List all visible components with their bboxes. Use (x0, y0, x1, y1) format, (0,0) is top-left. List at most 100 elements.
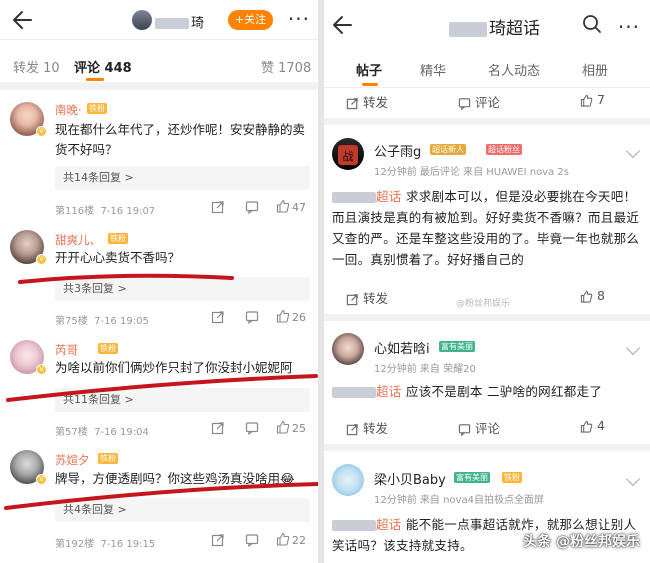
level-badge: 超话新人 (430, 144, 466, 155)
tab-posts[interactable]: 帖子 (356, 60, 382, 79)
super-topic-title: 琦超话 (449, 14, 540, 39)
replies-link[interactable]: 共4条回复 > (55, 498, 310, 522)
avatar[interactable] (332, 464, 364, 496)
comment-item: V 甜爽儿、 铁粉 开开心心卖货不香吗？ 共3条回复 > 第75楼 7-16 1… (0, 220, 318, 330)
like-button[interactable]: 8 (580, 288, 605, 303)
post-meta: 12分钟前 来自 nova4自拍极点全面屏 (374, 495, 544, 506)
tab-comments[interactable]: 评论 448 (74, 57, 132, 76)
tab-celebrity-updates[interactable]: 名人动态 (488, 60, 540, 79)
tab-featured[interactable]: 精华 (420, 60, 446, 79)
share-icon[interactable] (211, 533, 225, 547)
more-icon[interactable]: ··· (288, 9, 310, 29)
repost-button[interactable]: 转发 (346, 288, 388, 307)
vip-icon: V (36, 254, 47, 265)
avatar[interactable] (332, 333, 364, 365)
poster-name[interactable]: 梁小贝Baby (374, 469, 446, 488)
share-icon[interactable] (211, 310, 225, 324)
replies-link[interactable]: 共11条回复 > (55, 388, 310, 412)
share-icon[interactable] (211, 421, 225, 435)
post-text: 超话 求求剧本可以，但是没必要挑在今天吧！而且演技是真的有被尬到。好好卖货不香嘛… (332, 189, 640, 267)
like-button[interactable]: 7 (580, 92, 605, 107)
tab-repost[interactable]: 转发 10 (13, 57, 60, 76)
tab-underline (86, 78, 104, 81)
super-topic-panel: 琦超话 ··· 帖子 精华 名人动态 相册 转发 评论 7 战 公子雨g 超话新… (324, 0, 650, 563)
fan-badge: 铁粉 (98, 343, 118, 354)
comment-text: 现在都什么年代了，还炒作呢！安安静静的卖货不好吗？ (55, 122, 306, 157)
vip-icon: V (36, 126, 47, 137)
fan-badge: 铁粉 (502, 472, 522, 483)
poster-name[interactable]: 心如若晗i (374, 338, 430, 357)
comment-meta: 第192楼 7-16 19:15 (55, 539, 156, 550)
svg-text:战: 战 (343, 150, 354, 163)
fan-badge: 超话粉丝 (486, 144, 522, 155)
back-arrow-icon[interactable] (328, 12, 354, 38)
fan-badge: 铁粉 (108, 233, 128, 244)
comment-item: V 苏媗夕 铁粉 牌导，方便透剧吗？你这些鸡汤真没啥用😂 共4条回复 > 第19… (0, 440, 318, 563)
post-text: 超话 应该不是剧本 二驴啥的网红都走了 (332, 381, 644, 402)
more-icon[interactable]: ··· (618, 17, 640, 37)
comment-icon[interactable] (245, 421, 259, 435)
post-separator (324, 118, 650, 125)
commenter-name[interactable]: 甜爽儿、 (55, 232, 101, 248)
post-action-bar: 转发 评论 4 (324, 414, 650, 440)
tab-likes[interactable]: 赞 1708 (261, 57, 311, 76)
like-button[interactable]: 4 (580, 418, 605, 433)
repost-button[interactable]: 转发 (346, 418, 388, 437)
comment-icon[interactable] (245, 200, 259, 214)
post-meta: 12分钟前 来自 荣耀20 (374, 364, 476, 375)
toutiao-watermark: 头条 @粉丝邦娱乐 (523, 534, 640, 550)
chevron-down-icon[interactable] (625, 340, 641, 356)
wealth-badge: 富有美丽 (454, 472, 490, 483)
comment-item: V 南晚· 铁粉 现在都什么年代了，还炒作呢！安安静静的卖货不好吗？ 共14条回… (0, 90, 318, 220)
post-action-bar: 转发 8 (324, 284, 650, 310)
post-meta: 12分钟前 最后评论 来自 HUAWEI nova 2s (374, 167, 569, 178)
tab-album[interactable]: 相册 (582, 60, 608, 79)
wealth-badge: 富有美丽 (439, 341, 475, 352)
avatar-image: 战 (338, 145, 358, 165)
author-name[interactable]: 琦 (155, 12, 204, 31)
poster-name[interactable]: 公子雨g (374, 141, 421, 160)
tab-underline (362, 83, 378, 86)
author-avatar[interactable] (132, 10, 152, 30)
repost-button[interactable]: 转发 (346, 92, 388, 111)
comment-tabs: 转发 10 评论 448 赞 1708 (0, 40, 318, 90)
post-action-bar: 转发 评论 7 (324, 88, 650, 114)
comment-icon[interactable] (245, 310, 259, 324)
back-arrow-icon[interactable] (8, 7, 34, 33)
like-icon[interactable] (276, 532, 290, 546)
comment-meta: 第116楼 7-16 19:07 (55, 206, 156, 217)
comment-text: 开开心心卖货不香吗？ (55, 250, 181, 265)
post-separator (324, 314, 650, 321)
comments-header: 琦 +关注 ··· (0, 0, 318, 40)
vip-icon: V (36, 474, 47, 485)
comment-text: 牌导，方便透剧吗？你这些鸡汤真没啥用😂 (55, 471, 295, 486)
comment-button[interactable]: 评论 (458, 92, 500, 111)
comment-icon[interactable] (245, 533, 259, 547)
comment-button[interactable]: 评论 (458, 418, 500, 437)
like-icon[interactable] (276, 309, 290, 323)
avatar[interactable]: 战 (332, 138, 364, 170)
replies-link[interactable]: 共14条回复 > (55, 166, 310, 190)
comment-meta: 第57楼 7-16 19:04 (55, 427, 149, 438)
share-icon[interactable] (211, 200, 225, 214)
like-icon[interactable] (276, 199, 290, 213)
follow-button[interactable]: +关注 (228, 10, 273, 30)
like-icon[interactable] (276, 420, 290, 434)
chevron-down-icon[interactable] (625, 143, 641, 159)
fan-badge: 铁粉 (98, 453, 118, 464)
super-topic-header: 琦超话 ··· (324, 0, 650, 50)
comment-text: 为啥以前你们俩炒作只封了你没封小妮妮阿 (55, 360, 293, 375)
chevron-down-icon[interactable] (625, 471, 641, 487)
commenter-name[interactable]: 南晚· (55, 102, 82, 118)
super-topic-tabs: 帖子 精华 名人动态 相册 (324, 50, 650, 88)
comments-panel: 琦 +关注 ··· 转发 10 评论 448 赞 1708 V 南晚· 铁粉 现… (0, 0, 318, 563)
like-count: 22 (292, 534, 306, 547)
comment-meta: 第75楼 7-16 19:05 (55, 316, 149, 327)
replies-link[interactable]: 共3条回复 > (55, 277, 310, 301)
search-icon[interactable] (582, 14, 602, 34)
like-count: 26 (292, 311, 306, 324)
comment-item: V 芮哥 铁粉 为啥以前你们俩炒作只封了你没封小妮妮阿 共11条回复 > 第57… (0, 330, 318, 440)
commenter-name[interactable]: 芮哥 (55, 342, 78, 358)
commenter-name[interactable]: 苏媗夕 (55, 452, 90, 468)
like-count: 47 (292, 201, 306, 214)
